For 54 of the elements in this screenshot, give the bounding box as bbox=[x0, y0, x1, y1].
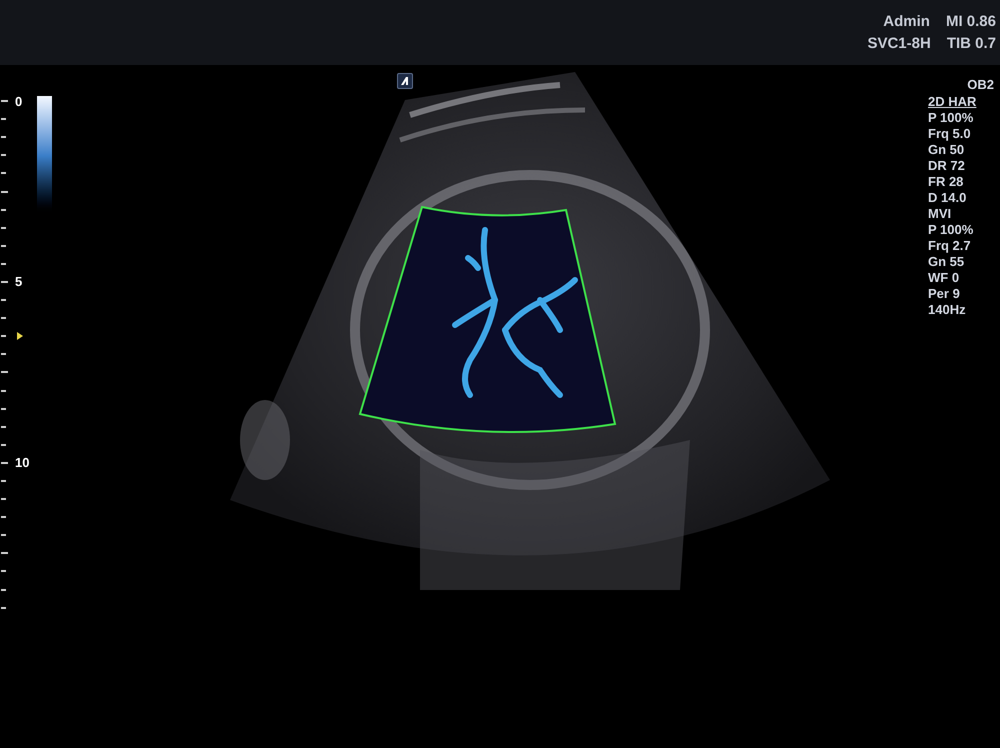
imaging-parameter-text: MVI bbox=[928, 206, 952, 222]
depth-tick bbox=[1, 353, 6, 356]
imaging-parameter-text: DR 72 bbox=[928, 158, 965, 174]
depth-tick bbox=[1, 226, 6, 229]
depth-tick bbox=[1, 172, 6, 174]
depth-tick bbox=[1, 390, 6, 392]
focus-marker-icon[interactable] bbox=[17, 332, 23, 340]
depth-tick bbox=[1, 480, 6, 482]
imaging-parameter-text: 2D HAR bbox=[928, 94, 976, 110]
depth-tick bbox=[1, 299, 6, 302]
depth-tick bbox=[1, 190, 8, 193]
roi-box[interactable] bbox=[359, 206, 616, 433]
depth-tick bbox=[1, 118, 6, 120]
depth-tick bbox=[1, 408, 6, 410]
depth-tick bbox=[1, 244, 6, 247]
depth-tick bbox=[1, 154, 6, 156]
imaging-parameter-text: Per 9 bbox=[928, 286, 960, 302]
imaging-parameter-text: P 100% bbox=[928, 110, 974, 126]
imaging-parameter-text: Gn 50 bbox=[928, 142, 964, 158]
header-info-text: MI 0.86 bbox=[946, 12, 996, 30]
depth-tick bbox=[1, 262, 6, 265]
imaging-parameter-text: Frq 2.7 bbox=[928, 238, 971, 254]
depth-tick bbox=[1, 317, 6, 320]
depth-label: 0 bbox=[15, 94, 22, 108]
logo-icon bbox=[397, 73, 413, 89]
depth-tick bbox=[1, 444, 6, 446]
depth-tick bbox=[1, 371, 8, 374]
imaging-parameter-text: 140Hz bbox=[928, 302, 966, 318]
depth-tick bbox=[1, 136, 6, 138]
depth-tick bbox=[1, 335, 6, 338]
header-info-text: SVC1-8H bbox=[867, 34, 931, 52]
depth-tick bbox=[1, 534, 6, 536]
depth-tick bbox=[1, 516, 6, 518]
depth-tick bbox=[1, 208, 6, 211]
imaging-parameter-text: WF 0 bbox=[928, 270, 960, 286]
depth-tick bbox=[1, 462, 8, 464]
header-info-text: Admin bbox=[883, 12, 930, 30]
depth-tick bbox=[1, 552, 8, 554]
depth-tick bbox=[1, 100, 8, 102]
imaging-parameter-text: Gn 55 bbox=[928, 254, 964, 270]
depth-tick bbox=[1, 606, 6, 609]
depth-label: 5 bbox=[15, 275, 22, 288]
depth-tick bbox=[1, 570, 6, 572]
depth-tick bbox=[1, 280, 8, 283]
header-info-text: TIB 0.7 bbox=[946, 34, 996, 52]
imaging-parameter-text: FR 28 bbox=[928, 174, 964, 190]
depth-label: 10 bbox=[15, 456, 30, 470]
depth-tick bbox=[1, 588, 6, 591]
imaging-parameter-text: P 100% bbox=[928, 222, 974, 238]
preset-label: OB2 bbox=[967, 77, 994, 93]
depth-tick bbox=[1, 426, 6, 428]
imaging-parameter-text: Frq 5.0 bbox=[928, 126, 971, 142]
imaging-parameter-text: D 14.0 bbox=[928, 190, 966, 206]
depth-tick bbox=[1, 498, 6, 500]
